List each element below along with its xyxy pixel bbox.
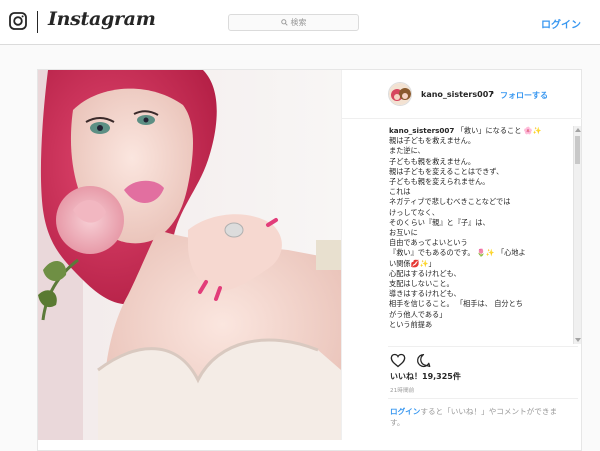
comment-icon[interactable] xyxy=(416,353,431,368)
caption-line: けっしてなく、 xyxy=(389,207,440,217)
search-placeholder: 検索 xyxy=(290,18,307,27)
instagram-wordmark[interactable]: Instagram xyxy=(48,8,156,30)
search-icon xyxy=(280,19,288,26)
caption-scrollbar[interactable] xyxy=(573,126,581,344)
caption-line: お互いに xyxy=(389,228,418,238)
caption-line: 「救い」になること xyxy=(456,126,522,135)
post-image xyxy=(38,70,341,440)
heart-icon[interactable] xyxy=(390,353,406,368)
caption-line: がう他人である」 xyxy=(389,309,447,319)
caption-line: 導きはするけれども、 xyxy=(389,289,461,299)
follow-button[interactable]: フォローする xyxy=(500,90,548,101)
caption-line: い関係💋✨」 xyxy=(389,258,436,268)
caption-line: 子どもも親を変えられません。 xyxy=(389,177,490,187)
scroll-up-arrow-icon[interactable] xyxy=(575,128,581,132)
post-header: kano_sisters007 • フォローする xyxy=(342,70,582,119)
caption-line: 親は子どもを救えません。 xyxy=(389,136,476,146)
login-prompt-link[interactable]: ログイン xyxy=(390,407,420,416)
caption-line: 心配はするけれども、 xyxy=(389,268,461,278)
login-prompt: ログインすると「いいね！」やコメントができます。 xyxy=(390,406,570,428)
caption-username[interactable]: kano_sisters007 xyxy=(389,126,454,135)
caption-line: 親は子どもを変えることはできず、 xyxy=(389,166,504,176)
section-divider xyxy=(388,346,578,347)
caption-line: これは xyxy=(389,187,411,197)
caption-line: そのくらい『親』と『子』は、 xyxy=(389,217,490,227)
scrollbar-thumb[interactable] xyxy=(575,136,580,164)
caption-line: 自由であってよいという xyxy=(389,238,468,248)
logo-divider xyxy=(37,11,38,33)
scroll-down-arrow-icon[interactable] xyxy=(575,338,581,342)
top-navigation-bar: Instagram 検索 ログイン xyxy=(0,0,600,45)
separator-dot: • xyxy=(490,89,495,98)
avatar-image xyxy=(389,83,411,105)
post-timestamp[interactable]: 21時間前 xyxy=(390,386,415,394)
likes-count[interactable]: いいね！19,325件 xyxy=(390,371,461,382)
instagram-camera-icon[interactable] xyxy=(9,12,27,30)
caption-line: 『救い』でもあるのです。 🌷✨ 「心地よ xyxy=(389,248,526,258)
post-username[interactable]: kano_sisters007 xyxy=(421,90,494,99)
post-sidebar: kano_sisters007 • フォローする kano_sisters007… xyxy=(341,70,582,440)
section-divider xyxy=(388,398,578,399)
caption-line: 子どもも親を救えません。 xyxy=(389,156,476,166)
post-photo[interactable] xyxy=(38,70,341,440)
caption-line: 相手を信じること。 「相手は、 自分とち xyxy=(389,299,523,309)
login-link[interactable]: ログイン xyxy=(541,16,581,31)
avatar[interactable] xyxy=(388,82,412,106)
caption-line: 支配はしないこと。 xyxy=(389,279,454,289)
caption-first-line: kano_sisters007 「救い」になること 🌸✨ xyxy=(389,126,542,135)
caption-line: また逆に、 xyxy=(389,146,425,156)
search-input[interactable]: 検索 xyxy=(228,14,359,31)
caption-line: ネガティブで悲しむべきことなどでは xyxy=(389,197,511,207)
caption-line: という前提あ xyxy=(389,319,433,329)
post-card: kano_sisters007 • フォローする kano_sisters007… xyxy=(37,69,582,451)
post-caption: kano_sisters007 「救い」になること 🌸✨ 親は子どもを救えません… xyxy=(389,126,577,344)
